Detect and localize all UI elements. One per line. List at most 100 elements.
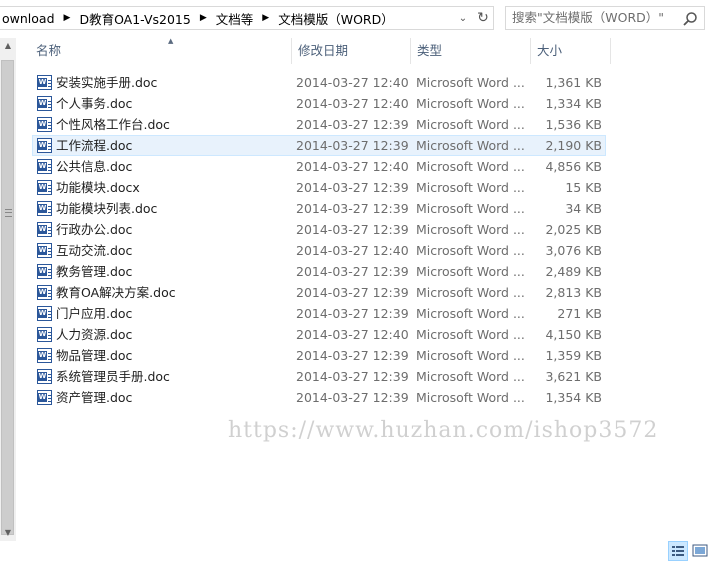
word-doc-icon: W (37, 243, 52, 258)
word-doc-icon: W (37, 138, 52, 153)
navigation-scrollbar[interactable]: ▲ ▼ (0, 38, 16, 541)
word-doc-icon: W (37, 117, 52, 132)
watermark: https://www.huzhan.com/ishop3572 (228, 418, 659, 443)
chevron-down-icon[interactable]: ⌄ (454, 13, 472, 24)
large-icons-view-button[interactable] (690, 541, 710, 561)
refresh-icon[interactable]: ↻ (472, 10, 493, 26)
file-name: 个性风格工作台.doc (56, 117, 170, 132)
file-row[interactable]: W 系统管理员手册.doc 2014-03-27 12:39 Microsoft Wo… (32, 366, 606, 387)
sort-ascending-icon: ▲ (168, 37, 174, 45)
column-header-label: 修改日期 (298, 43, 349, 58)
breadcrumb-item[interactable]: ownload (0, 11, 58, 26)
file-row[interactable]: W 门户应用.doc 2014-03-27 12:39 Microsoft Word … (32, 303, 606, 324)
file-type: Microsoft Word ... (416, 243, 525, 258)
file-row[interactable]: W 互动交流.doc 2014-03-27 12:40 Microsoft Word … (32, 240, 606, 261)
file-size: 2,489 KB (545, 264, 602, 279)
file-name: 资产管理.doc (56, 390, 133, 405)
details-view-icon (672, 546, 684, 556)
word-doc-icon: W (37, 201, 52, 216)
file-size: 15 KB (565, 180, 602, 195)
breadcrumb-item[interactable]: 文档模版（WORD） (275, 9, 397, 28)
word-doc-icon: W (37, 159, 52, 174)
file-size: 2,190 KB (545, 138, 602, 153)
column-header-name[interactable]: ▲ 名称 (30, 37, 292, 64)
column-header-date[interactable]: 修改日期 (292, 38, 411, 64)
file-type: Microsoft Word ... (416, 369, 525, 384)
large-icons-view-icon (692, 544, 708, 557)
file-size: 2,025 KB (545, 222, 602, 237)
details-view-button[interactable] (668, 541, 688, 561)
file-row[interactable]: W 安装实施手册.doc 2014-03-27 12:40 Microsoft Wor… (32, 72, 606, 93)
file-size: 1,334 KB (545, 96, 602, 111)
file-date: 2014-03-27 12:39 (296, 348, 409, 363)
file-name: 系统管理员手册.doc (56, 369, 170, 384)
column-header-type[interactable]: 类型 (411, 38, 531, 64)
file-type: Microsoft Word ... (416, 222, 525, 237)
file-type: Microsoft Word ... (416, 264, 525, 279)
file-row[interactable]: W 个人事务.doc 2014-03-27 12:40 Microsoft Word … (32, 93, 606, 114)
column-header-label: 大小 (537, 43, 563, 58)
search-input[interactable]: 搜索"文档模版（WORD）" (505, 6, 705, 30)
grip-icon (5, 209, 12, 217)
file-type: Microsoft Word ... (416, 348, 525, 363)
file-row[interactable]: W 功能模块.docx 2014-03-27 12:39 Microsoft Word… (32, 177, 606, 198)
file-date: 2014-03-27 12:40 (296, 159, 409, 174)
file-type: Microsoft Word ... (416, 201, 525, 216)
file-size: 1,359 KB (545, 348, 602, 363)
word-doc-icon: W (37, 306, 52, 321)
file-name: 工作流程.doc (56, 138, 133, 153)
file-size: 1,361 KB (545, 75, 602, 90)
file-date: 2014-03-27 12:39 (296, 285, 409, 300)
toolbar: ownload ▶ D教育OA1-Vs2015 ▶ 文档等 ▶ 文档模版（WOR… (0, 0, 712, 36)
file-date: 2014-03-27 12:39 (296, 222, 409, 237)
breadcrumb-item[interactable]: D教育OA1-Vs2015 (76, 9, 193, 28)
file-name: 教育OA解决方案.doc (56, 285, 176, 300)
file-name: 个人事务.doc (56, 96, 133, 111)
file-size: 1,536 KB (545, 117, 602, 132)
word-doc-icon: W (37, 327, 52, 342)
file-row[interactable]: W 人力资源.doc 2014-03-27 12:40 Microsoft Word … (32, 324, 606, 345)
scroll-down-icon[interactable]: ▼ (0, 525, 16, 541)
scrollbar-thumb[interactable] (1, 60, 14, 535)
file-size: 1,354 KB (545, 390, 602, 405)
word-doc-icon: W (37, 390, 52, 405)
scroll-up-icon[interactable]: ▲ (0, 38, 16, 54)
word-doc-icon: W (37, 369, 52, 384)
file-type: Microsoft Word ... (416, 117, 525, 132)
file-list: ▲ 名称 修改日期 类型 大小 W 安装实施手册.doc 2014-03-27 12… (18, 37, 712, 542)
file-row[interactable]: W 个性风格工作台.doc 2014-03-27 12:39 Microsoft Wo… (32, 114, 606, 135)
search-icon[interactable] (682, 11, 698, 27)
file-size: 4,856 KB (545, 159, 602, 174)
file-date: 2014-03-27 12:39 (296, 180, 409, 195)
search-placeholder: 搜索"文档模版（WORD）" (512, 10, 665, 25)
file-row[interactable]: W 行政办公.doc 2014-03-27 12:39 Microsoft Word … (32, 219, 606, 240)
file-row[interactable]: W 物品管理.doc 2014-03-27 12:39 Microsoft Word … (32, 345, 606, 366)
chevron-right-icon[interactable]: ▶ (256, 13, 275, 23)
file-date: 2014-03-27 12:40 (296, 327, 409, 342)
word-doc-icon: W (37, 180, 52, 195)
file-size: 4,150 KB (545, 327, 602, 342)
file-size: 3,076 KB (545, 243, 602, 258)
file-date: 2014-03-27 12:39 (296, 390, 409, 405)
word-doc-icon: W (37, 222, 52, 237)
file-row[interactable]: W 公共信息.doc 2014-03-27 12:40 Microsoft Word … (32, 156, 606, 177)
file-date: 2014-03-27 12:39 (296, 138, 409, 153)
file-date: 2014-03-27 12:39 (296, 264, 409, 279)
file-size: 34 KB (565, 201, 602, 216)
file-date: 2014-03-27 12:39 (296, 306, 409, 321)
chevron-right-icon[interactable]: ▶ (194, 13, 213, 23)
chevron-right-icon[interactable]: ▶ (58, 13, 77, 23)
file-row[interactable]: W 功能模块列表.doc 2014-03-27 12:39 Microsoft Wor… (32, 198, 606, 219)
file-row[interactable]: W 教育OA解决方案.doc 2014-03-27 12:39 Microsoft W… (32, 282, 606, 303)
address-bar[interactable]: ownload ▶ D教育OA1-Vs2015 ▶ 文档等 ▶ 文档模版（WOR… (0, 6, 494, 30)
file-type: Microsoft Word ... (416, 75, 525, 90)
file-type: Microsoft Word ... (416, 180, 525, 195)
file-row[interactable]: W 教务管理.doc 2014-03-27 12:39 Microsoft Word … (32, 261, 606, 282)
file-type: Microsoft Word ... (416, 96, 525, 111)
word-doc-icon: W (37, 285, 52, 300)
file-row[interactable]: W 工作流程.doc 2014-03-27 12:39 Microsoft Word … (32, 135, 606, 156)
column-header-size[interactable]: 大小 (531, 38, 611, 64)
breadcrumb-item[interactable]: 文档等 (213, 9, 257, 28)
file-date: 2014-03-27 12:39 (296, 117, 409, 132)
file-row[interactable]: W 资产管理.doc 2014-03-27 12:39 Microsoft Word … (32, 387, 606, 408)
